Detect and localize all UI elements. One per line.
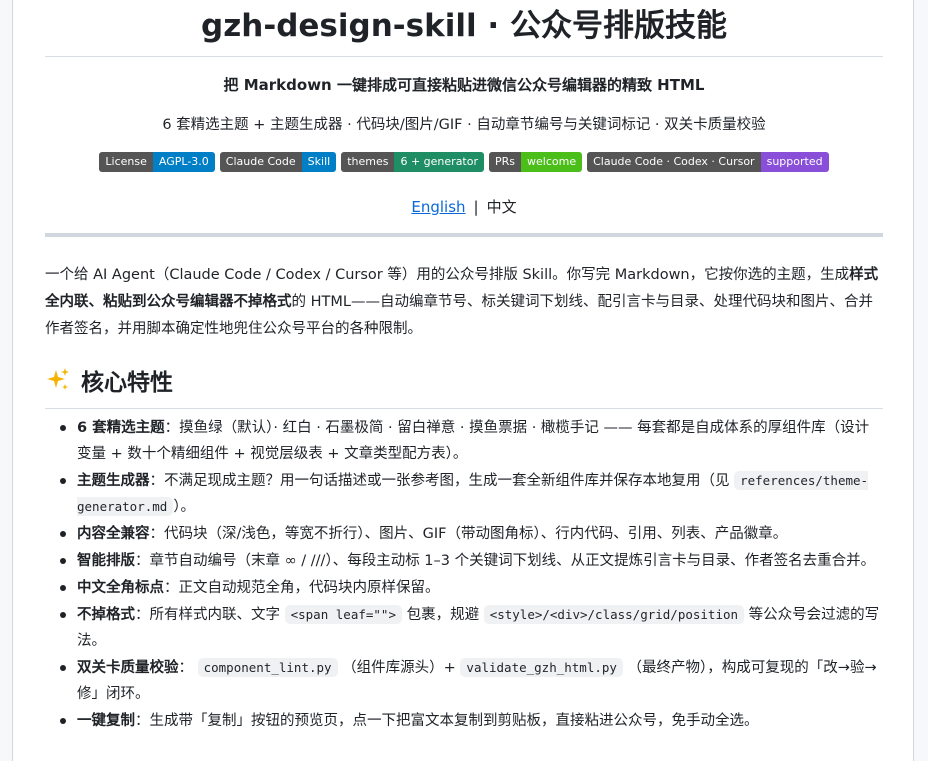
list-item: 中文全角标点：正文自动规范全角，代码块内原样保留。: [60, 575, 883, 601]
sparkles-icon: [47, 368, 69, 390]
feature-name: 一键复制: [77, 713, 135, 729]
list-item: 主题生成器：不满足现成主题？用一句话描述或一张参考图，生成一套全新组件库并保存本…: [60, 468, 883, 520]
language-separator: |: [473, 198, 479, 216]
list-item: 双关卡质量校验： component_lint.py （组件库源头）+ vali…: [60, 655, 883, 707]
title-divider: [45, 56, 883, 57]
inline-code: <span leaf="">: [284, 605, 402, 624]
readme-page: gzh-design-skill · 公众号排版技能 把 Markdown 一键…: [12, 0, 914, 761]
feature-text: ：正文自动规范全角，代码块内原样保留。: [164, 580, 440, 596]
badge-label: PRs: [489, 152, 522, 172]
badge-label: License: [99, 152, 153, 172]
feature-text: ：摸鱼绿（默认）· 红白 · 石墨极简 · 留白禅意 · 摸鱼票据 · 橄榄手记…: [77, 420, 870, 462]
list-item: 6 套精选主题：摸鱼绿（默认）· 红白 · 石墨极简 · 留白禅意 · 摸鱼票据…: [60, 415, 883, 467]
badge-license[interactable]: License AGPL-3.0: [99, 152, 215, 172]
intro-paragraph: 一个给 AI Agent（Claude Code / Codex / Curso…: [45, 262, 883, 343]
feature-text: ：生成带「复制」按钮的预览页，点一下把富文本复制到剪贴板，直接粘进公众号，免手动…: [135, 713, 759, 729]
badge-label: Claude Code · Codex · Cursor: [587, 152, 761, 172]
tagline: 把 Markdown 一键排成可直接粘贴进微信公众号编辑器的精致 HTML: [223, 76, 705, 94]
feature-text: ：代码块（深/浅色，等宽不折行）、图片、GIF（带动图角标）、行内代码、引用、列…: [149, 526, 788, 542]
feature-name: 智能排版: [77, 553, 135, 569]
badge-value: Skill: [301, 152, 337, 172]
badge-claude-code[interactable]: Claude Code Skill: [219, 152, 337, 172]
feature-text-end: ）。: [173, 499, 196, 515]
section-divider: [45, 233, 883, 237]
language-switcher: English | 中文: [45, 196, 883, 218]
list-item: 不掉格式：所有样式内联、文字 <span leaf=""> 包裹，规避 <sty…: [60, 602, 883, 654]
feature-name: 主题生成器: [77, 473, 150, 489]
feature-text-mid: 包裹，规避: [406, 607, 480, 623]
feature-name: 双关卡质量校验: [77, 660, 179, 676]
page-title: gzh-design-skill · 公众号排版技能: [201, 8, 727, 44]
section-title: 核心特性: [81, 370, 173, 396]
badge-prs[interactable]: PRs welcome: [489, 152, 583, 172]
chinese-label: 中文: [486, 198, 517, 216]
badge-value: supported: [760, 152, 829, 172]
feature-text: ：章节自动编号（末章 ∞ / ///）、每段主动标 1–3 个关键词下划线、从正…: [135, 553, 876, 569]
badge-supported[interactable]: Claude Code · Codex · Cursor supported: [587, 152, 829, 172]
feature-name: 中文全角标点: [77, 580, 164, 596]
feature-name: 不掉格式: [77, 607, 135, 623]
list-item: 一键复制：生成带「复制」按钮的预览页，点一下把富文本复制到剪贴板，直接粘进公众号…: [60, 708, 883, 734]
badge-value: welcome: [521, 152, 583, 172]
feature-text: ：所有样式内联、文字: [135, 607, 280, 623]
readme-content: gzh-design-skill · 公众号排版技能 把 Markdown 一键…: [45, 0, 883, 735]
heading-divider: [45, 408, 883, 409]
feature-name: 6 套精选主题: [77, 420, 165, 436]
badge-label: themes: [341, 152, 395, 172]
inline-code: validate_gzh_html.py: [460, 658, 623, 677]
intro-text: 一个给 AI Agent（Claude Code / Codex / Curso…: [45, 267, 850, 283]
badge-value: AGPL-3.0: [152, 152, 215, 172]
feature-text: ：不满足现成主题？用一句话描述或一张参考图，生成一套全新组件库并保存本地复用（见: [149, 473, 730, 489]
list-item: 智能排版：章节自动编号（末章 ∞ / ///）、每段主动标 1–3 个关键词下划…: [60, 548, 883, 574]
badge-value: 6 + generator: [394, 152, 484, 172]
list-item: 内容全兼容：代码块（深/浅色，等宽不折行）、图片、GIF（带动图角标）、行内代码…: [60, 521, 883, 547]
inline-code: <style>/<div>/class/grid/position: [483, 605, 745, 624]
feature-name: 内容全兼容: [77, 526, 150, 542]
badge-themes[interactable]: themes 6 + generator: [341, 152, 484, 172]
english-link[interactable]: English: [411, 198, 465, 216]
badge-row: License AGPL-3.0 Claude Code Skill theme…: [45, 152, 883, 172]
feature-summary: 6 套精选主题 + 主题生成器 · 代码块/图片/GIF · 自动章节编号与关键…: [162, 117, 766, 133]
feature-text-mid: （组件库源头）+: [342, 660, 456, 676]
inline-code: component_lint.py: [197, 658, 338, 677]
feature-list: 6 套精选主题：摸鱼绿（默认）· 红白 · 石墨极简 · 留白禅意 · 摸鱼票据…: [45, 415, 883, 734]
section-heading: 核心特性: [45, 360, 883, 400]
feature-text: ：: [178, 660, 194, 676]
badge-label: Claude Code: [219, 152, 302, 172]
